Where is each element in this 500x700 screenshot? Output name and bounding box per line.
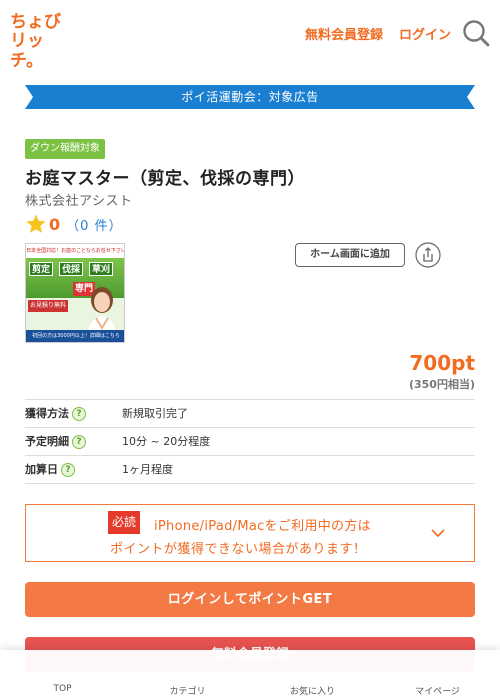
ad-banner-image[interactable]: 日本全国対応！お庭のことならお任せ下さい 剪定 伐採 草刈 専門 お見積り無料 … [25,243,125,343]
campaign-banner[interactable]: ポイ活運動会：対象広告 [25,85,475,109]
info-value: 10分 ~ 20分程度 [122,435,211,448]
nav-label: TOP [53,684,72,694]
header-register-link[interactable]: 無料会員登録 [305,24,383,43]
rating-score: 0 [49,214,61,234]
add-to-home-button[interactable]: ホーム画面に追加 [295,243,405,267]
review-close: ） [108,218,123,234]
rating: 0 （0 件） [25,212,123,236]
review-count-value: 0 件 [80,218,109,234]
login-get-points-button[interactable]: ログインしてポイントGET [25,582,475,617]
nav-label: お気に入り [289,687,335,697]
bottom-nav: TOP カテゴリ お気に入り マイページ [0,650,500,700]
help-icon[interactable]: ? [72,406,86,421]
info-row-add-date: 加算日? 1ヶ月程度 [25,456,475,484]
nav-item-top[interactable]: TOP [0,650,125,700]
logo-line1: ちょび [10,12,61,32]
info-table: 獲得方法? 新規取引完了 予定明細? 10分 ~ 20分程度 加算日? 1ヶ月程… [25,399,475,484]
info-label: 獲得方法 [25,407,69,420]
info-value: 新規取引完了 [122,407,188,420]
points-yen-equivalent: (350円相当) [408,378,475,391]
help-icon[interactable]: ? [72,434,86,449]
ad-bottom-text: 初回の方は3000円以上！詳細はこちら [26,330,124,342]
star-icon [25,213,47,235]
chevron-down-icon[interactable] [430,525,446,541]
review-count[interactable]: （0 件） [66,215,122,234]
ad-top-text: 日本全国対応！お庭のことならお任せ下さい [26,244,124,258]
points-value: 700pt [409,351,475,375]
company-name: 株式会社アシスト [25,194,133,209]
info-label: 予定明細 [25,435,69,448]
logo-line2: リッチ。 [10,31,44,71]
ad-estimate: お見積り無料 [28,300,69,312]
banner-text: ポイ活運動会：対象広告 [181,90,319,104]
info-row-schedule: 予定明細? 10分 ~ 20分程度 [25,428,475,456]
ad-chip-kusakari: 草刈 [89,262,114,276]
nav-item-favorites[interactable]: お気に入り [250,650,375,700]
apple-device-notice[interactable]: 必読 iPhone/iPad/Macをご利用中の方は ポイントが獲得できない場合… [25,504,475,562]
info-label: 加算日 [25,463,58,476]
header: ちょび リッチ。 無料会員登録 ログイン [0,0,500,71]
nav-item-mypage[interactable]: マイページ [375,650,500,700]
ad-chip-bassai: 伐採 [59,262,84,276]
nav-item-category[interactable]: カテゴリ [125,650,250,700]
info-value: 1ヶ月程度 [122,463,173,476]
share-icon[interactable] [415,242,441,268]
review-open: （ [66,218,81,234]
notice-line2: ポイントが獲得できない場合があります！ [110,542,367,557]
must-read-badge: 必読 [108,511,141,534]
info-row-method: 獲得方法? 新規取引完了 [25,400,475,428]
help-icon[interactable]: ? [61,462,75,477]
nav-label: マイページ [415,687,460,697]
down-reward-tag: ダウン報酬対象 [25,139,105,159]
chobirich-logo[interactable]: ちょび リッチ。 [10,12,70,71]
notice-line1: iPhone/iPad/Macをご利用中の方は [154,519,371,534]
product-title: お庭マスター（剪定、伐採の専門） [25,169,305,189]
nav-label: カテゴリ [169,687,206,697]
ad-chip-sentei: 剪定 [29,262,54,276]
header-login-link[interactable]: ログイン [399,24,451,43]
search-icon[interactable] [461,18,491,48]
